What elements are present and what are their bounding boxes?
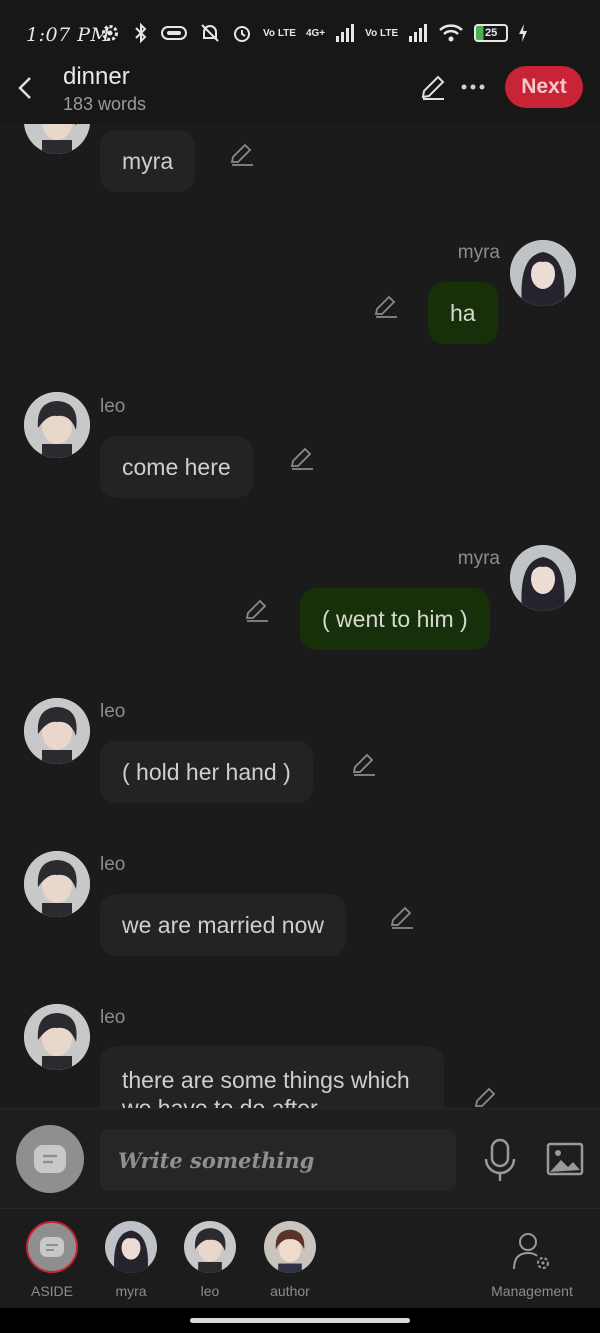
edit-message-icon[interactable]: [388, 903, 416, 931]
edit-message-icon[interactable]: [472, 1084, 500, 1108]
tab-label: author: [270, 1283, 310, 1299]
sender-name: leo: [100, 701, 126, 722]
vibrate-icon: [161, 26, 187, 40]
myra-avatar[interactable]: [510, 545, 576, 611]
bluetooth-icon: [135, 22, 147, 44]
page-title: dinner: [63, 63, 130, 90]
mute-bell-icon: [201, 24, 219, 42]
sender-name: leo: [100, 1007, 126, 1028]
sender-name: myra: [457, 242, 500, 263]
management-button[interactable]: Management: [480, 1221, 584, 1303]
leo-avatar[interactable]: [24, 124, 90, 154]
author-avatar: [264, 1221, 316, 1273]
message-bubble[interactable]: ( went to him ): [300, 588, 490, 650]
edit-title-button[interactable]: [418, 72, 448, 102]
tab-leo[interactable]: leo: [170, 1221, 250, 1303]
aside-toggle-button[interactable]: [16, 1125, 84, 1193]
chat-area[interactable]: myra myra ha leo come here myra ( went t…: [0, 124, 600, 1108]
user-settings-icon: [513, 1233, 549, 1270]
back-button[interactable]: [10, 70, 40, 106]
microphone-icon[interactable]: [482, 1137, 518, 1185]
home-indicator[interactable]: [190, 1318, 410, 1323]
aside-icon: [34, 1145, 66, 1173]
system-nav-bar: [0, 1308, 600, 1333]
message-bubble[interactable]: myra: [100, 130, 196, 192]
next-button[interactable]: Next: [505, 66, 583, 108]
leo-avatar[interactable]: [24, 1004, 90, 1070]
signal-icon: [336, 24, 355, 42]
tab-aside[interactable]: ASIDE: [12, 1221, 92, 1303]
leo-avatar[interactable]: [24, 698, 90, 764]
image-icon[interactable]: [545, 1139, 585, 1179]
tab-myra[interactable]: myra: [91, 1221, 171, 1303]
wifi-icon: [439, 24, 463, 42]
pencil-icon: [421, 75, 445, 100]
management-label: Management: [491, 1283, 573, 1299]
tab-author[interactable]: author: [250, 1221, 330, 1303]
alarm-icon: [234, 26, 250, 42]
message-bubble[interactable]: come here: [100, 436, 253, 498]
leo-avatar[interactable]: [24, 392, 90, 458]
volte-label-1: Vo LTE: [263, 27, 296, 39]
charging-icon: [519, 24, 528, 42]
settings-gear-icon: [102, 25, 118, 41]
edit-message-icon[interactable]: [228, 140, 256, 168]
sender-name: leo: [100, 854, 126, 875]
message-bubble[interactable]: ( hold her hand ): [100, 741, 313, 803]
status-time: 1:07 PM: [26, 24, 111, 46]
edit-message-icon[interactable]: [350, 750, 378, 778]
edit-message-icon[interactable]: [288, 444, 316, 472]
sender-name: leo: [100, 396, 126, 417]
word-count: 183 words: [63, 94, 147, 114]
tab-label: ASIDE: [30, 1283, 73, 1299]
myra-avatar[interactable]: [510, 240, 576, 306]
network-label: 4G+: [305, 27, 326, 39]
leo-avatar[interactable]: [24, 851, 90, 917]
battery-level: 25: [485, 27, 498, 39]
leo-avatar: [184, 1221, 236, 1273]
more-options-button[interactable]: [458, 72, 488, 102]
message-bubble[interactable]: we are married now: [100, 894, 346, 956]
tab-label: leo: [200, 1283, 220, 1299]
back-arrow-icon: [18, 77, 31, 99]
volte-label-2: Vo LTE: [365, 27, 399, 39]
signal-2-icon: [409, 24, 428, 42]
bottom-bar: ASIDE myra leo author Management: [0, 1208, 600, 1308]
header: dinner 183 words Next: [0, 60, 600, 124]
tab-label: myra: [115, 1283, 147, 1299]
message-bubble[interactable]: ha: [428, 282, 498, 344]
myra-avatar: [105, 1221, 157, 1273]
aside-icon: [26, 1221, 78, 1273]
composer: Write something: [0, 1108, 600, 1208]
battery-icon: 25: [474, 24, 509, 42]
message-input[interactable]: Write something: [100, 1129, 456, 1191]
message-bubble[interactable]: there are some things which we have to d…: [100, 1046, 444, 1108]
edit-message-icon[interactable]: [372, 292, 400, 320]
ellipsis-icon: [461, 84, 485, 90]
sender-name: myra: [457, 548, 500, 569]
edit-message-icon[interactable]: [243, 596, 271, 624]
